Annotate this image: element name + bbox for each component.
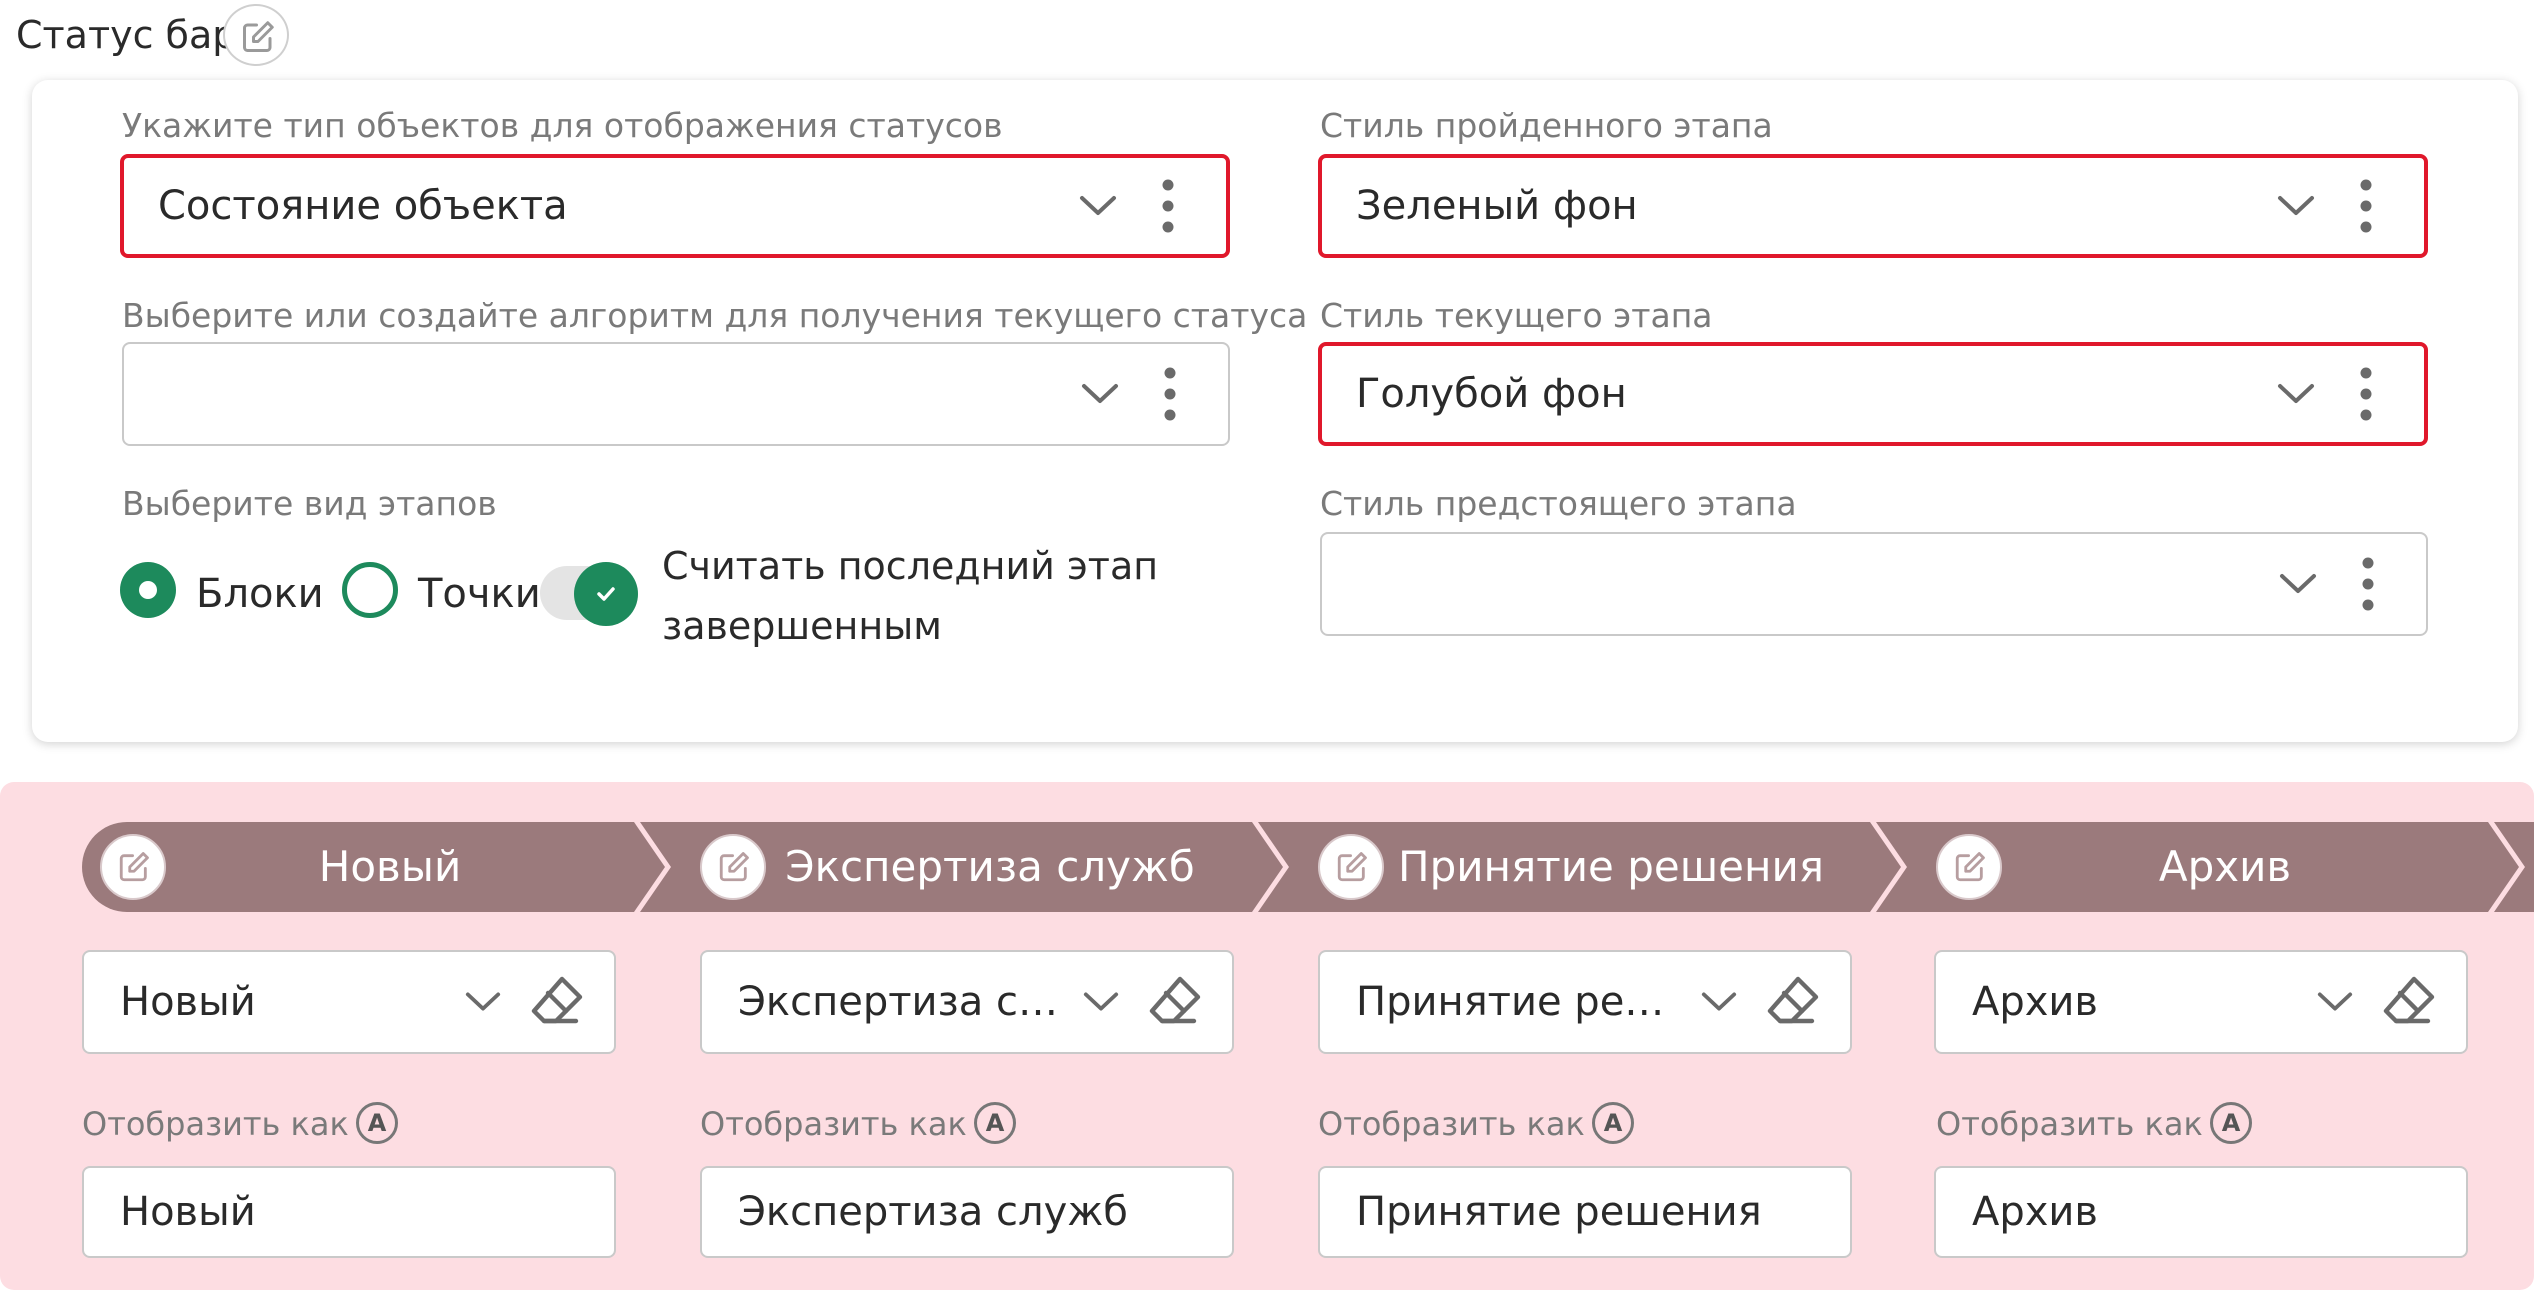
eraser-icon[interactable] bbox=[1764, 973, 1820, 1031]
chevron-down-icon bbox=[1080, 196, 1116, 215]
stage-label: Экспертиза служб bbox=[785, 842, 1195, 891]
display-as-value: Новый bbox=[120, 1189, 256, 1235]
stage-label: Новый bbox=[318, 842, 462, 891]
current-style-label: Стиль текущего этапа bbox=[1320, 296, 1713, 335]
current-style-select[interactable]: Голубой фон bbox=[1318, 342, 2428, 446]
radio-blocks[interactable] bbox=[120, 562, 176, 618]
eraser-icon[interactable] bbox=[2380, 973, 2436, 1031]
edit-title-button[interactable] bbox=[223, 4, 289, 66]
chevron-down-icon bbox=[1082, 384, 1118, 403]
auto-translate-icon[interactable]: A bbox=[2210, 1102, 2252, 1144]
chevron-down-icon bbox=[2280, 574, 2316, 593]
display-as-label: Отобразить как bbox=[1318, 1105, 1585, 1143]
display-as-label: Отобразить как bbox=[82, 1105, 349, 1143]
stage-state-value: Архив bbox=[1972, 979, 2098, 1025]
chevron-down-icon bbox=[1701, 992, 1737, 1011]
chevron-down-icon bbox=[1083, 992, 1119, 1011]
toggle-knob[interactable] bbox=[574, 562, 638, 626]
chevron-down-icon bbox=[2278, 196, 2314, 215]
passed-style-select[interactable]: Зеленый фон bbox=[1318, 154, 2428, 258]
display-as-value: Архив bbox=[1972, 1189, 2098, 1235]
display-as-input[interactable]: Принятие решения bbox=[1318, 1166, 1852, 1258]
stage-label: Архив bbox=[2158, 842, 2292, 891]
display-as-input[interactable]: Новый bbox=[82, 1166, 616, 1258]
algorithm-label: Выберите или создайте алгоритм для получ… bbox=[122, 296, 1308, 335]
stage-state-value: Принятие ре… bbox=[1356, 979, 1665, 1025]
auto-translate-icon[interactable]: A bbox=[1592, 1102, 1634, 1144]
check-icon bbox=[597, 587, 615, 601]
chevron-down-icon bbox=[2317, 992, 2353, 1011]
stage-edit-button[interactable] bbox=[100, 834, 166, 900]
pencil-square-icon bbox=[719, 852, 749, 882]
stage-state-select[interactable]: Экспертиза с… bbox=[700, 950, 1234, 1054]
upcoming-style-select[interactable] bbox=[1320, 532, 2428, 636]
stage-state-select[interactable]: Принятие ре… bbox=[1318, 950, 1852, 1054]
stage-state-value: Экспертиза с… bbox=[738, 979, 1059, 1025]
auto-translate-icon[interactable]: A bbox=[974, 1102, 1016, 1144]
more-options-icon[interactable] bbox=[1164, 367, 1176, 421]
passed-style-value: Зеленый фон bbox=[1356, 183, 1638, 229]
current-style-value: Голубой фон bbox=[1356, 371, 1627, 417]
eraser-icon[interactable] bbox=[528, 973, 584, 1031]
display-as-value: Принятие решения bbox=[1356, 1189, 1762, 1235]
last-stage-toggle-label-line2: завершенным bbox=[662, 604, 942, 648]
stage-state-select[interactable]: Новый bbox=[82, 950, 616, 1054]
object-type-select[interactable]: Состояние объекта bbox=[120, 154, 1230, 258]
radio-dots-label: Точки bbox=[418, 571, 541, 617]
eraser-icon[interactable] bbox=[1146, 973, 1202, 1031]
radio-blocks-label: Блоки bbox=[196, 571, 324, 617]
more-options-icon[interactable] bbox=[2362, 557, 2374, 611]
stage-state-select[interactable]: Архив bbox=[1934, 950, 2468, 1054]
more-options-icon[interactable] bbox=[2360, 367, 2372, 421]
auto-translate-icon[interactable]: A bbox=[356, 1102, 398, 1144]
upcoming-style-label: Стиль предстоящего этапа bbox=[1320, 484, 1797, 523]
display-as-label: Отобразить как bbox=[700, 1105, 967, 1143]
last-stage-toggle-label-line1: Считать последний этап bbox=[662, 544, 1159, 588]
pencil-square-icon bbox=[243, 21, 274, 52]
pencil-square-icon bbox=[1337, 852, 1367, 882]
more-options-icon[interactable] bbox=[2360, 179, 2372, 233]
stage-edit-button[interactable] bbox=[1936, 834, 2002, 900]
stage-label: Принятие решения bbox=[1398, 842, 1825, 891]
radio-dots[interactable] bbox=[342, 562, 398, 618]
display-as-label: Отобразить как bbox=[1936, 1105, 2203, 1143]
display-as-input[interactable]: Архив bbox=[1934, 1166, 2468, 1258]
chevron-down-icon bbox=[2278, 384, 2314, 403]
stage-view-label: Выберите вид этапов bbox=[122, 484, 497, 523]
pencil-square-icon bbox=[119, 852, 149, 882]
pencil-square-icon bbox=[1955, 852, 1985, 882]
passed-style-label: Стиль пройденного этапа bbox=[1320, 106, 1773, 145]
object-type-label: Укажите тип объектов для отображения ста… bbox=[122, 106, 1003, 145]
section-title: Статус бар bbox=[16, 13, 237, 57]
algorithm-select[interactable] bbox=[122, 342, 1230, 446]
object-type-value: Состояние объекта bbox=[158, 183, 568, 229]
more-options-icon[interactable] bbox=[1162, 179, 1174, 233]
stage-edit-button[interactable] bbox=[1318, 834, 1384, 900]
stage-edit-button[interactable] bbox=[700, 834, 766, 900]
display-as-input[interactable]: Экспертиза служб bbox=[700, 1166, 1234, 1258]
chevron-down-icon bbox=[465, 992, 501, 1011]
stage-state-value: Новый bbox=[120, 979, 256, 1025]
display-as-value: Экспертиза служб bbox=[738, 1189, 1128, 1235]
